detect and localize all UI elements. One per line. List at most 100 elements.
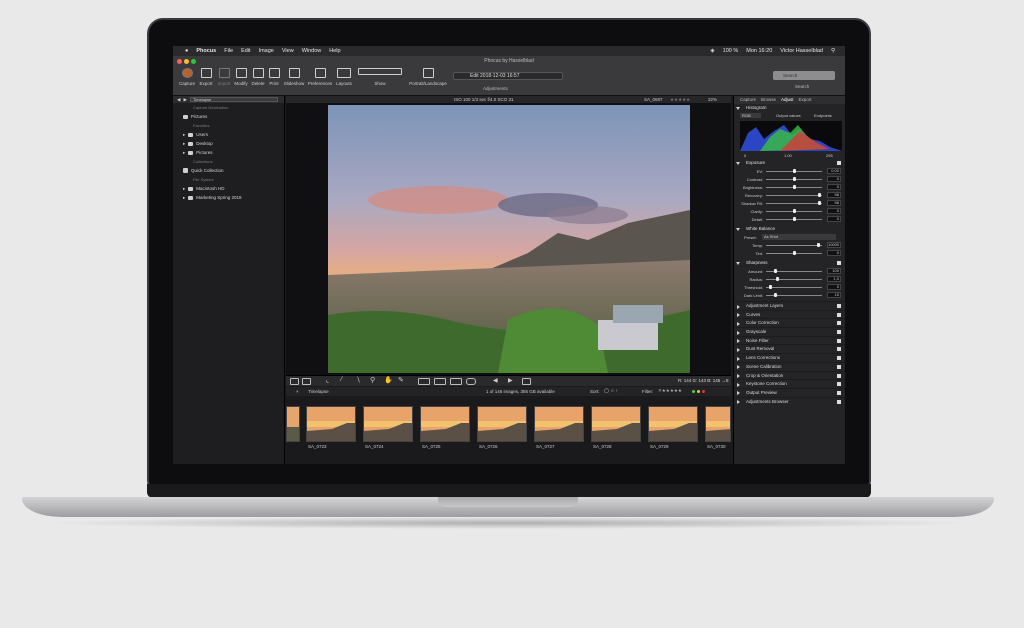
sharpness-slider-knob[interactable]: [768, 285, 772, 289]
straighten-icon[interactable]: ∕: [341, 376, 350, 383]
filter-stars[interactable]: ✕★★★★★: [658, 388, 682, 394]
menu-edit[interactable]: Edit: [241, 48, 250, 54]
exposure-slider-knob[interactable]: [817, 201, 821, 205]
show-button[interactable]: Show: [358, 68, 402, 86]
output-values-checkbox[interactable]: Output values: [776, 113, 801, 118]
tool-section-collapsed[interactable]: Lens Corrections: [734, 353, 845, 362]
layouts-button[interactable]: Layouts: [334, 68, 354, 86]
white-balance-slider[interactable]: Temp: 10000: [734, 241, 845, 249]
annotate-icon[interactable]: ✎: [398, 376, 407, 384]
spotlight-icon[interactable]: ⚲: [831, 48, 835, 54]
zoom-icon[interactable]: ⚲: [370, 376, 379, 384]
exposure-slider-value[interactable]: 0: [827, 208, 841, 214]
back-icon[interactable]: ◀: [177, 97, 180, 103]
filmstrip-thumbnail[interactable]: SA_0723: [306, 406, 356, 451]
filmstrip-thumbnail[interactable]: SA_0726: [477, 406, 527, 451]
forward-icon[interactable]: ▶: [183, 97, 186, 103]
sharpness-slider-knob[interactable]: [774, 269, 778, 273]
sharpness-checkbox[interactable]: [837, 261, 841, 265]
sharpness-header[interactable]: Sharpness: [734, 259, 845, 267]
white-balance-slider-value[interactable]: 10000: [827, 242, 841, 248]
filmstrip-thumbnail[interactable]: SA_0724: [363, 406, 413, 451]
exposure-slider-value[interactable]: 0: [827, 176, 841, 182]
view-mode-4-icon[interactable]: [466, 378, 476, 385]
tool-section-checkbox[interactable]: [837, 347, 841, 352]
folder-dropdown[interactable]: Timelapse: [189, 97, 278, 102]
exposure-slider-track[interactable]: [766, 195, 822, 196]
filmstrip-thumbnail[interactable]: SA_0725: [420, 406, 470, 451]
tool-section-checkbox[interactable]: [837, 373, 841, 378]
white-balance-header[interactable]: White Balance: [734, 225, 845, 233]
sharpness-slider-knob[interactable]: [775, 277, 779, 281]
exposure-slider-knob[interactable]: [793, 169, 796, 173]
white-balance-slider-knob[interactable]: [793, 251, 796, 255]
exposure-slider-knob[interactable]: [793, 177, 796, 181]
menu-window[interactable]: Window: [302, 48, 322, 54]
sidebar-item-marketing[interactable]: ▸ Marketing Spring 2018: [173, 193, 284, 202]
filmstrip-thumbnail[interactable]: SA_0730: [705, 406, 731, 451]
export-button[interactable]: Export: [196, 68, 216, 86]
tool-section-collapsed[interactable]: Grayscale: [734, 327, 845, 336]
tool-section-collapsed[interactable]: Scene Calibration: [734, 361, 845, 371]
histogram-mid[interactable]: 1,00: [784, 153, 792, 158]
exposure-slider[interactable]: Recovery: 96: [734, 191, 845, 199]
tool-section-collapsed[interactable]: Adjustment Layers: [734, 301, 845, 310]
menu-image[interactable]: Image: [259, 48, 274, 54]
exposure-slider[interactable]: EV: 0,00: [734, 167, 845, 175]
tab-capture[interactable]: Capture: [740, 96, 756, 104]
crop-icon[interactable]: ⌞: [326, 376, 335, 384]
tool-section-checkbox[interactable]: [837, 321, 841, 326]
sidebar-item-desktop[interactable]: ▸ Desktop: [173, 139, 284, 148]
exposure-slider[interactable]: Shadow Fill: 96: [734, 199, 845, 207]
clock[interactable]: Mon 16:20: [746, 48, 772, 54]
sharpness-slider[interactable]: Dark Limit: 15: [734, 291, 845, 299]
white-balance-slider[interactable]: Tint: 0: [734, 249, 845, 257]
tab-browse[interactable]: Browse: [761, 96, 776, 104]
exposure-slider[interactable]: Clarity: 0: [734, 207, 845, 215]
tool-section-collapsed[interactable]: Keystone Correction: [734, 379, 845, 388]
filter-green-icon[interactable]: [692, 390, 695, 393]
user-name[interactable]: Victor Hasselblad: [780, 48, 823, 54]
search-input[interactable]: Search: [773, 71, 835, 80]
view-mode-2-icon[interactable]: [434, 378, 446, 385]
next-image-icon[interactable]: ▶: [508, 377, 517, 384]
exposure-slider[interactable]: Detail: 0: [734, 215, 845, 223]
tool-section-checkbox[interactable]: [837, 330, 841, 335]
exposure-slider-value[interactable]: 0: [827, 216, 841, 222]
view-mode-1-icon[interactable]: [418, 378, 430, 385]
preferences-button[interactable]: Preferences: [308, 68, 332, 86]
sort-icon[interactable]: ◯ ☆ ↑: [604, 388, 618, 394]
tool-section-checkbox[interactable]: [837, 304, 841, 308]
menu-view[interactable]: View: [282, 48, 294, 54]
exposure-slider-track[interactable]: [766, 203, 822, 204]
sidebar-item-pictures2[interactable]: ▸ Pictures: [173, 148, 284, 157]
sharpness-slider[interactable]: Threshold: 0: [734, 283, 845, 291]
tool-section-checkbox[interactable]: [837, 364, 841, 369]
tool-section-collapsed[interactable]: Output Preview: [734, 387, 845, 397]
menu-file[interactable]: File: [224, 48, 233, 54]
tool-section-checkbox[interactable]: [837, 399, 841, 404]
sharpness-slider-track[interactable]: [766, 287, 822, 288]
filmstrip-thumbnail[interactable]: [286, 406, 300, 451]
menu-app[interactable]: Phocus: [196, 48, 216, 54]
sharpness-slider-track[interactable]: [766, 279, 822, 280]
hand-icon[interactable]: ✋: [384, 376, 393, 384]
loupe-icon[interactable]: [522, 378, 531, 385]
filter-red-icon[interactable]: [702, 390, 705, 393]
tool-section-collapsed[interactable]: Dust Removal: [734, 344, 845, 353]
print-button[interactable]: Print: [264, 68, 284, 86]
exposure-slider-value[interactable]: 0,00: [827, 168, 841, 174]
edit-version-select[interactable]: Edit 2018-12-03 16:57: [453, 72, 563, 80]
sharpness-slider-value[interactable]: 1,0: [827, 276, 841, 282]
filter-yellow-icon[interactable]: [697, 390, 700, 393]
view-mode-3-icon[interactable]: [450, 378, 462, 385]
filmstrip-collapse-icon[interactable]: ×: [296, 389, 299, 394]
wifi-icon[interactable]: ◈: [710, 48, 714, 54]
exposure-slider[interactable]: Contrast: 0: [734, 175, 845, 183]
exposure-slider-value[interactable]: 96: [827, 200, 841, 206]
compare-view-icon[interactable]: [302, 378, 311, 385]
exposure-slider-knob[interactable]: [793, 185, 796, 189]
white-balance-slider-knob[interactable]: [817, 243, 821, 247]
capture-button[interactable]: Capture: [177, 68, 197, 86]
exposure-checkbox[interactable]: [837, 161, 841, 165]
